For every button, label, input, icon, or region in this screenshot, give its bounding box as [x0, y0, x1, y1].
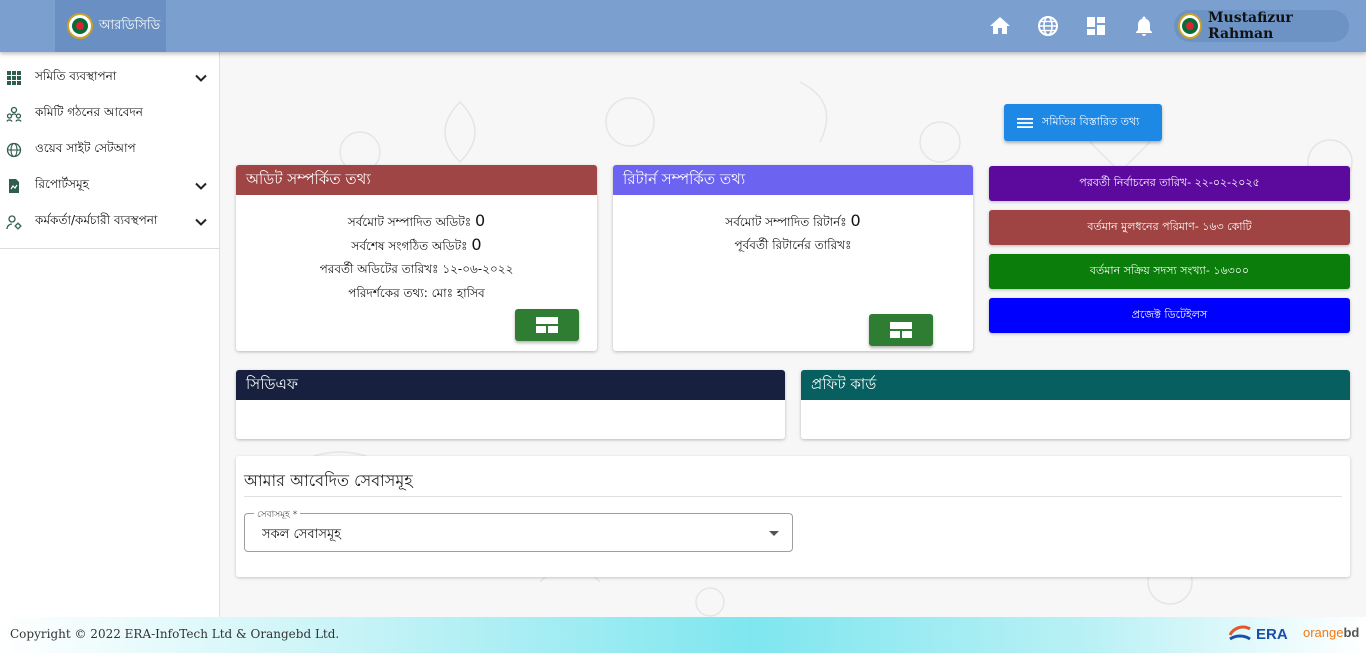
top-app-bar: আরডিসিডি Mustafizur Rahman — [0, 0, 1366, 52]
brand-name: আরডিসিডি — [99, 17, 161, 33]
grid-icon — [7, 71, 21, 85]
audit-next-date: পরবর্তী অডিটের তারিখঃ ১২-০৬-২০২২ — [319, 262, 514, 276]
report-icon — [9, 179, 19, 193]
cdf-card-title: সিডিএফ — [236, 370, 785, 400]
era-infotech-logo: ERA — [1228, 623, 1288, 645]
sidebar-item-label: রিপোর্টসমূহ — [35, 177, 89, 191]
globe-icon — [6, 142, 22, 158]
bell-icon[interactable] — [1132, 14, 1156, 38]
chevron-down-icon[interactable] — [193, 70, 209, 86]
return-total-label: সর্বমোট সম্পাদিত রিটার্নঃ — [725, 215, 847, 229]
sidebar-item-label: সমিতি ব্যবস্থাপনা — [35, 69, 117, 83]
audit-info-card: অডিট সম্পর্কিত তথ্য সর্বমোট সম্পাদিত অডি… — [236, 165, 597, 351]
details-button-label: সমিতির বিস্তারিত তথ্য — [1042, 115, 1140, 128]
audit-total-label: সর্বমোট সম্পাদিত অডিটঃ — [347, 215, 472, 229]
sidebar-item-website-setup[interactable]: ওয়েব সাইট সেটআপ — [0, 132, 219, 168]
sidebar-item-reports[interactable]: রিপোর্টসমূহ — [0, 168, 219, 204]
copyright-text: Copyright © 2022 ERA-InfoTech Ltd & Oran… — [10, 627, 340, 641]
sidebar-item-label: ওয়েব সাইট সেটআপ — [35, 141, 136, 155]
audit-last-value: 0 — [471, 235, 482, 254]
avatar — [1178, 13, 1203, 39]
user-name: Mustafizur Rahman — [1208, 10, 1293, 42]
chevron-down-icon[interactable] — [193, 214, 209, 230]
return-info-card: রিটার্ন সম্পর্কিত তথ্য সর্বমোট সম্পাদিত … — [613, 165, 973, 351]
current-capital-button[interactable]: বর্তমান মুলধনের পরিমাণ- ১৬৩ কোটি — [989, 210, 1350, 245]
user-settings-icon — [6, 215, 22, 230]
audit-inspector: পরিদর্শকের তথ্য: মোঃ হাসিব — [348, 286, 485, 300]
era-swoosh-icon — [1228, 625, 1251, 641]
profit-card: প্রফিট কার্ড — [801, 370, 1350, 439]
services-divider — [244, 496, 1342, 497]
services-select-label: সেবাসমূহ * — [254, 507, 301, 522]
chevron-down-icon[interactable] — [193, 178, 209, 194]
active-members-button[interactable]: বর্তমান সক্রিয় সদস্য সংখ্যা- ১৬৩০০ — [989, 254, 1350, 289]
sidebar-divider — [0, 248, 219, 249]
cdf-card: সিডিএফ — [236, 370, 785, 439]
menu-icon — [1017, 117, 1033, 128]
dropdown-arrow-icon — [769, 531, 779, 536]
sidebar-item-staff-management[interactable]: কর্মকর্তা/কর্মচারী ব্যবস্থপনা — [0, 204, 219, 240]
user-menu[interactable]: Mustafizur Rahman — [1174, 10, 1349, 42]
home-icon[interactable] — [988, 14, 1012, 38]
return-total-value: 0 — [850, 211, 861, 230]
sidebar-item-somiti-management[interactable]: সমিতি ব্যবস্থাপনা — [0, 60, 219, 96]
table-view-icon — [536, 317, 558, 333]
brand[interactable]: আরডিসিডি — [55, 0, 166, 52]
orangebd-logo-text-b: bd — [1343, 625, 1360, 640]
next-election-date-button[interactable]: পরবর্তী নির্বাচনের তারিখ- ২২-০২-২০২৫ — [989, 166, 1350, 201]
sidebar-item-label: কমিটি গঠনের আবেদন — [35, 105, 143, 119]
audit-total-row: সর্বমোট সম্পাদিত অডিটঃ 0 — [236, 209, 597, 233]
sidebar: সমিতি ব্যবস্থাপনা কমিটি গঠনের আবেদন ওয়ে… — [0, 52, 220, 617]
services-select[interactable]: সেবাসমূহ * সকল সেবাসমূহ — [244, 507, 793, 552]
footer: Copyright © 2022 ERA-InfoTech Ltd & Oran… — [0, 617, 1366, 653]
return-total-row: সর্বমোট সম্পাদিত রিটার্নঃ 0 — [613, 209, 973, 233]
return-prev-date: পূর্ববর্তী রিটার্নের তারিখঃ — [734, 238, 852, 252]
project-details-button[interactable]: প্রজেক্ট ডিটেইলস — [989, 298, 1350, 333]
govt-logo — [67, 13, 93, 39]
people-icon — [6, 106, 22, 122]
sidebar-item-label: কর্মকর্তা/কর্মচারী ব্যবস্থপনা — [35, 213, 158, 227]
return-view-button[interactable] — [869, 314, 933, 346]
services-title: আমার আবেদিত সেবাসমূহ — [244, 471, 413, 490]
orangebd-logo-text-a: orange — [1303, 625, 1344, 640]
profit-card-title: প্রফিট কার্ড — [801, 370, 1350, 400]
dashboard-icon[interactable] — [1084, 14, 1108, 38]
audit-card-title: অডিট সম্পর্কিত তথ্য — [236, 165, 597, 195]
globe-icon[interactable] — [1036, 14, 1060, 38]
applied-services-panel: আমার আবেদিত সেবাসমূহ সেবাসমূহ * সকল সেবা… — [236, 456, 1350, 577]
era-logo-text: ERA — [1256, 625, 1288, 643]
table-view-icon — [890, 322, 912, 338]
audit-last-label: সর্বশেষ সংগঠিত অডিটঃ — [351, 239, 468, 253]
audit-view-button[interactable] — [515, 309, 579, 341]
orangebd-logo: orangebd — [1303, 625, 1359, 640]
audit-total-value: 0 — [475, 211, 486, 230]
sidebar-item-committee-application[interactable]: কমিটি গঠনের আবেদন — [0, 96, 219, 132]
somiti-details-button[interactable]: সমিতির বিস্তারিত তথ্য — [1004, 104, 1162, 141]
audit-last-row: সর্বশেষ সংগঠিত অডিটঃ 0 — [236, 233, 597, 257]
return-card-title: রিটার্ন সম্পর্কিত তথ্য — [613, 165, 973, 195]
services-select-value: সকল সেবাসমূহ — [262, 527, 342, 542]
